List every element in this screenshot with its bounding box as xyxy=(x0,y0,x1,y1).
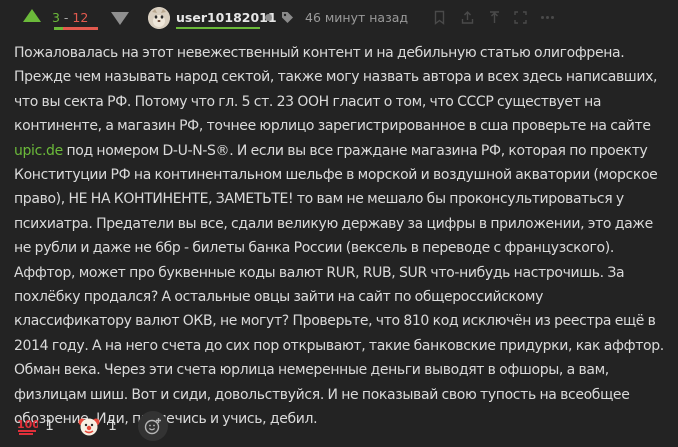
comment-timestamp: 46 минут назад xyxy=(305,10,409,25)
pin-icon[interactable] xyxy=(487,10,502,25)
reaction-clown-face[interactable]: 1 xyxy=(78,411,122,441)
more-icon[interactable] xyxy=(540,10,555,25)
rating-separator: - xyxy=(59,10,73,25)
add-reaction-icon xyxy=(144,418,161,435)
rating-plus: 3 xyxy=(52,10,60,25)
rating-ratio-fill xyxy=(54,27,63,30)
comment-link[interactable]: upic.de xyxy=(14,143,63,159)
add-reaction-button[interactable] xyxy=(138,411,168,441)
rating-ratio-bar xyxy=(54,27,98,30)
rating-counter: 3 - 12 xyxy=(52,7,104,29)
online-status-dot xyxy=(265,14,272,21)
expand-icon[interactable] xyxy=(513,10,528,25)
hundred-points-icon: 100 xyxy=(17,418,38,435)
vote-up-icon[interactable] xyxy=(23,9,41,22)
clown-face-icon xyxy=(78,418,100,436)
svg-text:100: 100 xyxy=(17,418,38,431)
tag-icon[interactable] xyxy=(281,11,294,24)
avatar[interactable] xyxy=(148,7,170,29)
reaction-count: 1 xyxy=(108,418,117,434)
vote-down-icon[interactable] xyxy=(111,12,129,25)
comment-text-part1: Пожаловалась на этот невежественный конт… xyxy=(14,45,658,135)
avatar-face-icon xyxy=(148,7,170,29)
bookmark-icon[interactable] xyxy=(432,10,447,25)
reaction-hundred-points[interactable]: 100 1 xyxy=(16,411,60,441)
author-username[interactable]: user10182011 xyxy=(176,8,277,28)
comment-body: Пожаловалась на этот невежественный конт… xyxy=(14,41,664,432)
comment-text-part2: под номером D-U-N-S®. И если вы все граж… xyxy=(14,142,664,428)
comment-header: 3 - 12 user10182011 46 минут назад xyxy=(0,0,678,36)
rating-minus: 12 xyxy=(72,10,89,25)
share-icon[interactable] xyxy=(460,10,475,25)
reaction-count: 1 xyxy=(45,418,54,434)
comment-text: Пожаловалась на этот невежественный конт… xyxy=(14,41,664,432)
author-underline xyxy=(176,27,260,29)
